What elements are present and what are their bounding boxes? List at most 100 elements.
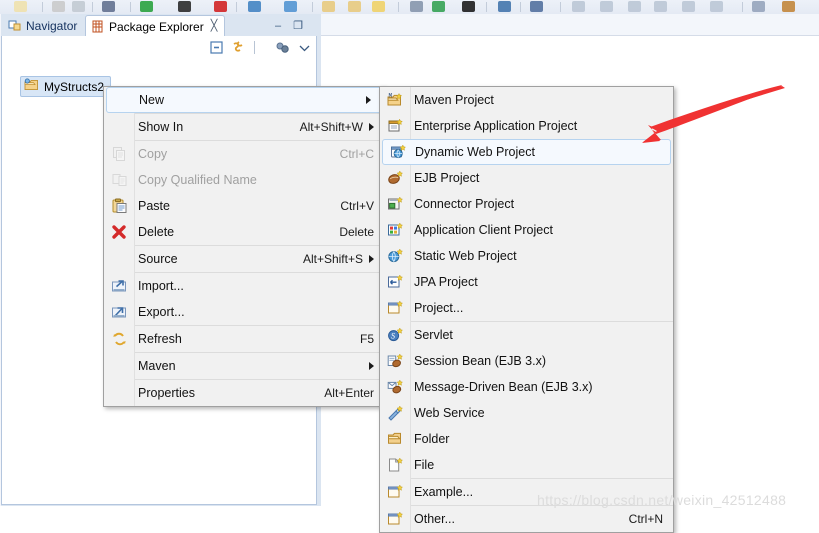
new-item-folder[interactable]: Folder: [380, 426, 673, 452]
delete-icon: [111, 224, 128, 240]
menu-item-export[interactable]: Export...: [104, 299, 384, 325]
navigator-icon: [8, 19, 22, 32]
stop-red-icon[interactable]: [214, 1, 227, 12]
new-item-servlet[interactable]: S Servlet: [380, 322, 673, 348]
new-item-message-driven-bean-ejb-3-x[interactable]: Message-Driven Bean (EJB 3.x): [380, 374, 673, 400]
menu-item-properties[interactable]: Properties Alt+Enter: [104, 380, 384, 406]
run-green-icon[interactable]: [140, 1, 153, 12]
toolbar-separator: [312, 2, 313, 12]
file-icon: [387, 457, 404, 473]
person-icon[interactable]: [498, 1, 511, 12]
menu-item-new[interactable]: New: [106, 87, 382, 113]
menu-item-source[interactable]: Source Alt+Shift+S: [104, 246, 384, 272]
menu-item-label: Import...: [138, 279, 184, 293]
new-item-ejb-project[interactable]: EJB Project: [380, 165, 673, 191]
perspective-c-icon[interactable]: [628, 1, 641, 12]
view-menu-filters-icon[interactable]: [275, 40, 290, 55]
toolbar-separator: [253, 40, 268, 55]
menu-item-list[interactable]: New Show In Alt+Shift+W Copy Ctrl+C Copy Qual…: [104, 87, 384, 406]
toolbar-separator: [92, 2, 93, 12]
open-type-icon[interactable]: [322, 1, 335, 12]
menu-item-label: Session Bean (EJB 3.x): [414, 354, 547, 368]
table-icon[interactable]: [52, 1, 65, 12]
menu-item-maven[interactable]: Maven: [104, 353, 384, 379]
editor-tab-strip[interactable]: [320, 14, 819, 36]
minimize-view-button[interactable]: –: [271, 19, 285, 32]
ejb-project-icon: [387, 170, 404, 186]
export-icon: [111, 304, 128, 320]
view-tab-package-explorer[interactable]: Package Explorer ╳: [85, 15, 226, 37]
terminate-icon[interactable]: [462, 1, 475, 12]
submenu-item-list[interactable]: M Maven Project Enterprise Application Pro…: [380, 87, 673, 532]
perspective-b-icon[interactable]: [600, 1, 613, 12]
tree-item-project[interactable]: MyStructs2: [20, 76, 112, 97]
perspective-a-icon[interactable]: [572, 1, 585, 12]
new-item-static-web-project[interactable]: Static Web Project: [380, 243, 673, 269]
view-tab-label: Navigator: [26, 18, 78, 33]
maximize-view-button[interactable]: ❐: [291, 19, 305, 32]
search-yellow-icon[interactable]: [372, 1, 385, 12]
view-toolbar[interactable]: [209, 38, 312, 56]
run-server-icon[interactable]: [432, 1, 445, 12]
menu-item-label: Project...: [414, 301, 464, 315]
search-icon[interactable]: [530, 1, 543, 12]
menu-item-copy: Copy Ctrl+C: [104, 141, 384, 167]
link-with-editor-icon[interactable]: [231, 40, 246, 55]
java-project-icon: [24, 78, 39, 95]
menu-item-label: File: [414, 458, 435, 472]
new-item-session-bean-ejb-3-x[interactable]: Session Bean (EJB 3.x): [380, 348, 673, 374]
perspective-e-icon[interactable]: [682, 1, 695, 12]
main-toolbar[interactable]: [0, 0, 819, 15]
menu-item-label: JPA Project: [414, 275, 478, 289]
menu-item-refresh[interactable]: Refresh F5: [104, 326, 384, 352]
new-item-project[interactable]: Project...: [380, 295, 673, 321]
new-item-enterprise-application-project[interactable]: Enterprise Application Project: [380, 113, 673, 139]
copy-icon: [111, 146, 128, 162]
menu-item-show-in[interactable]: Show In Alt+Shift+W: [104, 114, 384, 140]
view-tab-row[interactable]: Navigator Package Explorer ╳ – ❐: [1, 15, 318, 37]
menu-item-label: Other...: [414, 512, 455, 526]
server-icon[interactable]: [410, 1, 423, 12]
new-item-file[interactable]: File: [380, 452, 673, 478]
menu-item-delete[interactable]: Delete Delete: [104, 219, 384, 245]
new-item-web-service[interactable]: Web Service: [380, 400, 673, 426]
globe-blue-icon[interactable]: [284, 1, 297, 12]
view-tab-navigator[interactable]: Navigator: [3, 15, 84, 36]
new-item-maven-project[interactable]: M Maven Project: [380, 87, 673, 113]
perspective-f-icon[interactable]: [710, 1, 723, 12]
table-alt-icon[interactable]: [72, 1, 85, 12]
menu-item-accelerator: Delete: [339, 225, 374, 239]
debug-icon[interactable]: [178, 1, 191, 12]
submenu-arrow-icon: [369, 255, 374, 263]
markers-icon[interactable]: [782, 1, 795, 12]
browser-icon[interactable]: [248, 1, 261, 12]
view-menu-chevron-icon[interactable]: [297, 40, 312, 55]
menu-item-label: Properties: [138, 386, 195, 400]
menu-item-accelerator: Alt+Shift+S: [302, 252, 363, 266]
perspective-d-icon[interactable]: [654, 1, 667, 12]
toolbar-separator: [560, 2, 561, 12]
menu-item-paste[interactable]: Paste Ctrl+V: [104, 193, 384, 219]
workbench: Navigator Package Explorer ╳ – ❐ MyStructs2 …: [0, 14, 819, 533]
folder-icon: [387, 431, 404, 447]
new-item-other[interactable]: Other... Ctrl+N: [380, 506, 673, 532]
new-submenu[interactable]: M Maven Project Enterprise Application Pro…: [379, 86, 674, 533]
new-item-dynamic-web-project[interactable]: Dynamic Web Project: [382, 139, 671, 165]
menu-item-import[interactable]: Import...: [104, 273, 384, 299]
open-folder-icon[interactable]: [14, 1, 27, 12]
filter-icon[interactable]: [752, 1, 765, 12]
dynamic-web-project-icon: [390, 144, 407, 160]
close-icon[interactable]: ╳: [211, 21, 218, 32]
new-item-jpa-project[interactable]: JPA Project: [380, 269, 673, 295]
new-item-connector-project[interactable]: Connector Project: [380, 191, 673, 217]
run-script-icon[interactable]: [102, 1, 115, 12]
collapse-all-icon[interactable]: [209, 40, 224, 55]
open-resource-icon[interactable]: [348, 1, 361, 12]
static-web-project-icon: [387, 248, 404, 264]
maven-project-icon: M: [387, 92, 404, 108]
menu-item-label: Copy: [138, 147, 168, 161]
project-context-menu[interactable]: New Show In Alt+Shift+W Copy Ctrl+C Copy Qual…: [103, 86, 385, 407]
new-item-application-client-project[interactable]: Application Client Project: [380, 217, 673, 243]
jpa-project-icon: [387, 274, 404, 290]
tree-item-label: MyStructs2: [44, 79, 105, 94]
